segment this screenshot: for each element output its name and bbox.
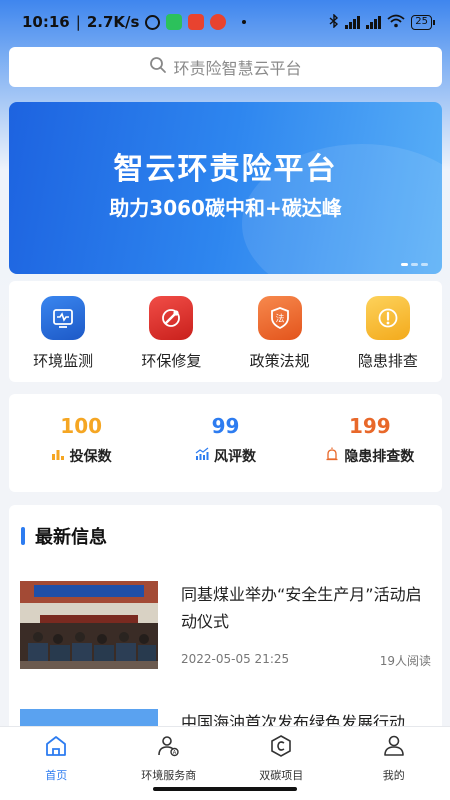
- home-indicator[interactable]: [153, 787, 297, 791]
- nav-tab-profile[interactable]: 我的: [338, 727, 450, 800]
- trend-chart-icon: [195, 447, 209, 465]
- svg-text:A: A: [173, 750, 177, 756]
- search-icon: [149, 56, 167, 78]
- search-bar[interactable]: 环责险智慧云平台: [9, 47, 442, 87]
- menu-item-environmental-repair[interactable]: 环保修复: [117, 281, 225, 382]
- app-notification-icon: [210, 14, 227, 30]
- news-thumbnail: [20, 581, 158, 669]
- quick-menu: 环境监测 环保修复 法 政策法规 隐患排查: [9, 281, 442, 382]
- menu-item-hazard-inspection[interactable]: 隐患排查: [334, 281, 442, 382]
- signal-icon: [345, 15, 361, 29]
- stat-value: 100: [60, 414, 103, 438]
- law-shield-icon: 法: [257, 296, 302, 340]
- menu-item-environment-monitoring[interactable]: 环境监测: [9, 281, 117, 382]
- stat-value: 99: [211, 414, 240, 438]
- status-net-speed: 2.7K/s: [86, 13, 140, 31]
- news-headline: 同基煤业举办“安全生产月”活动启动仪式: [181, 585, 422, 631]
- stat-risk-assessment[interactable]: 99 风评数: [153, 394, 297, 492]
- stat-hazard-inspection[interactable]: 199 隐患排查数: [298, 394, 442, 492]
- menu-label: 政策法规: [249, 352, 310, 370]
- stats-panel: 100 投保数 99 风评数 199 隐患排查数: [9, 394, 442, 492]
- bluetooth-icon: [329, 12, 339, 31]
- promo-banner[interactable]: 智云环责险平台 助力3060碳中和+碳达峰: [9, 102, 442, 274]
- stat-insured[interactable]: 100 投保数: [9, 394, 153, 492]
- home-icon: [44, 734, 68, 762]
- profile-icon: [382, 734, 406, 762]
- status-time: 10:16: [22, 13, 70, 31]
- banner-subtitle: 助力3060碳中和+碳达峰: [109, 196, 342, 220]
- more-notifications-icon: [242, 20, 247, 24]
- signal-icon: [366, 15, 382, 29]
- section-marker: [21, 527, 25, 545]
- stat-value: 199: [348, 414, 391, 438]
- carousel-dot: [401, 263, 408, 266]
- carousel-dot: [421, 263, 428, 266]
- svg-text:法: 法: [275, 313, 284, 325]
- carousel-indicator: [401, 263, 428, 266]
- user-service-icon: A: [157, 734, 181, 762]
- menu-item-policy-regulations[interactable]: 法 政策法规: [226, 281, 334, 382]
- menu-label: 环保修复: [141, 352, 202, 370]
- stat-label: 投保数: [69, 449, 112, 465]
- carousel-dot: [411, 263, 418, 266]
- alarm-light-icon: [325, 447, 339, 465]
- search-placeholder: 环责险智慧云平台: [173, 59, 302, 78]
- app-notification-icon: [188, 14, 205, 30]
- nav-tab-home[interactable]: 首页: [0, 727, 113, 800]
- news-read-count: 19人阅读: [379, 654, 431, 668]
- news-header: 最新信息: [21, 523, 107, 549]
- repair-icon: [149, 296, 194, 340]
- alarm-icon: [145, 14, 161, 30]
- menu-label: 环境监测: [33, 352, 94, 370]
- bar-chart-icon: [51, 447, 65, 465]
- news-item[interactable]: 同基煤业举办“安全生产月”活动启动仪式 2022-05-05 21:25 19人…: [20, 581, 432, 681]
- wechat-icon: [166, 14, 183, 30]
- stat-label: 风评数: [213, 449, 256, 465]
- menu-label: 隐患排查: [357, 352, 418, 370]
- battery-icon: 25: [411, 14, 435, 30]
- wifi-icon: [387, 14, 405, 31]
- stat-label: 隐患排查数: [344, 449, 415, 465]
- news-date: 2022-05-05 21:25: [181, 652, 290, 666]
- nav-label: 首页: [45, 769, 68, 782]
- status-bar: 10:16 | 2.7K/s 25: [0, 0, 450, 44]
- monitor-icon: [41, 296, 86, 340]
- nav-label: 环境服务商: [141, 769, 197, 782]
- nav-label: 我的: [382, 769, 405, 782]
- nav-label: 双碳项目: [259, 769, 304, 782]
- banner-title: 智云环责险平台: [113, 152, 338, 187]
- carbon-icon: [269, 734, 293, 762]
- news-section-title: 最新信息: [35, 527, 107, 548]
- warning-icon: [365, 296, 410, 340]
